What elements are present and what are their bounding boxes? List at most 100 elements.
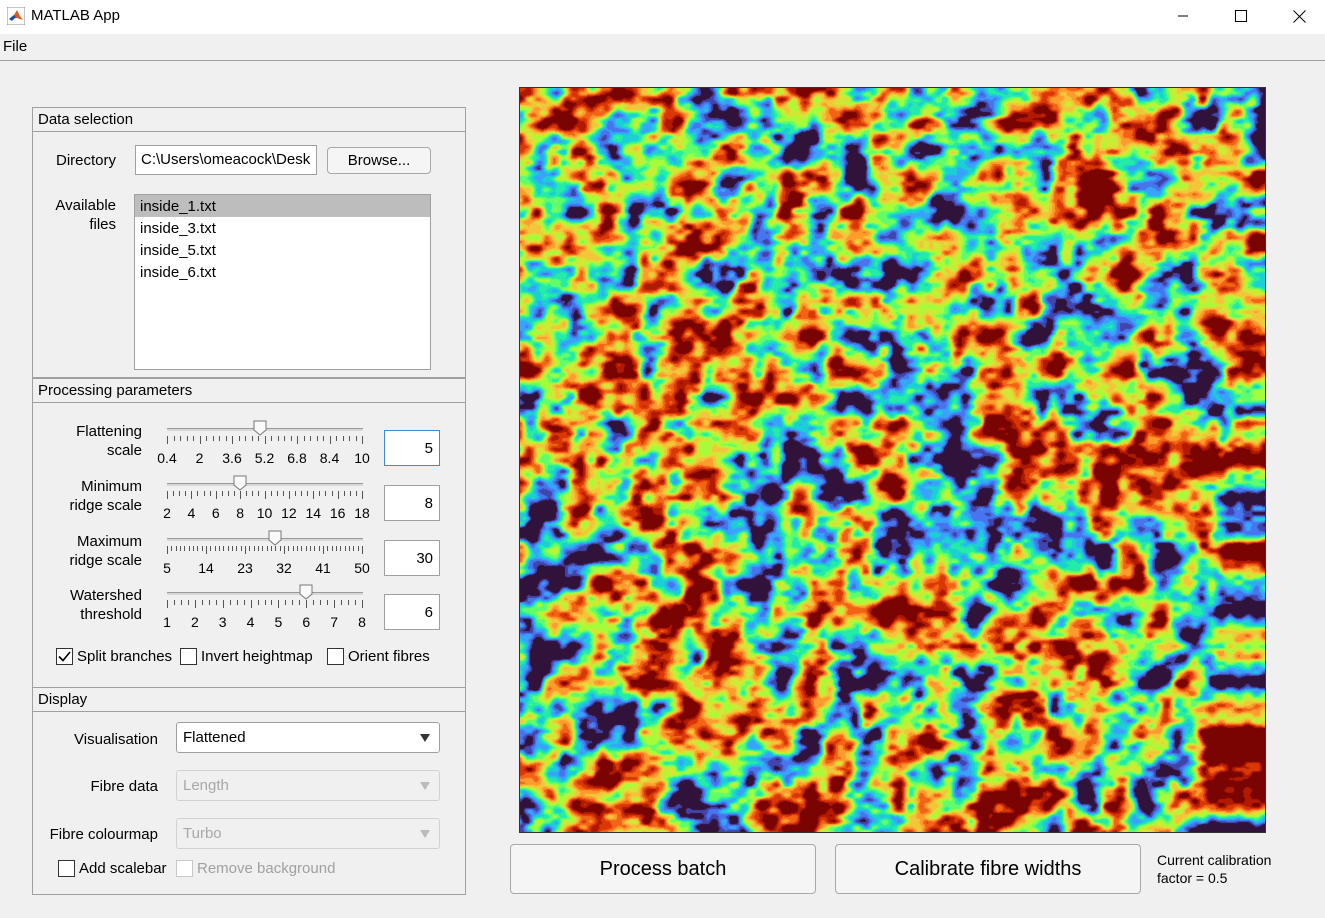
slider-thumb-icon[interactable] [233,475,247,491]
available-files-list[interactable]: inside_1.txt inside_3.txt inside_5.txt insi… [134,194,431,370]
checkbox-box[interactable] [180,648,197,665]
slider-tick [187,600,189,605]
chevron-down-icon [420,782,430,790]
calibration-status: Current calibration factor = 0.5 [1157,851,1317,887]
maximize-button[interactable] [1212,0,1270,32]
browse-button[interactable]: Browse... [327,147,431,174]
slider-thumb-icon[interactable] [299,584,313,600]
fibre-colourmap-dropdown[interactable]: Turbo [176,818,440,849]
slider-track[interactable] [167,483,363,486]
parameter-slider[interactable]: 2 4 6 8 10 12 14 16 18 [163,475,370,522]
checkmark-icon [58,651,71,662]
slider-tick [251,436,253,441]
checkbox-box[interactable] [176,860,193,877]
minimize-icon [1178,15,1188,17]
parameter-slider[interactable]: 5 14 23 32 41 50 [163,530,370,577]
slider-tick [240,491,242,499]
slider-label-line1: Minimum [81,478,142,495]
remove-background-checkbox[interactable]: Remove background [176,860,335,877]
panel-title: Processing parameters [33,379,465,403]
parameter-value-field[interactable]: 5 [384,430,440,466]
file-list-item[interactable]: inside_6.txt [135,261,430,283]
slider-tick [219,546,220,551]
slider-tick [245,436,246,441]
slider-tick [337,491,339,499]
parameter-value-field[interactable]: 6 [384,594,440,630]
slider-tick [279,546,281,551]
calibrate-fibre-widths-button[interactable]: Calibrate fibre widths [835,844,1141,894]
visualisation-dropdown[interactable]: Flattened [176,722,440,753]
visualisation-label: Visualisation [74,731,158,748]
slider-tick [197,491,199,496]
add-scalebar-checkbox[interactable]: Add scalebar [58,860,167,877]
slider-tick [362,600,363,608]
slider-tick [240,546,242,551]
slider-tick [201,600,203,605]
slider-track[interactable] [167,538,363,541]
option-checkbox[interactable]: Split branches [56,648,172,665]
slider-tick [194,600,196,608]
checkbox-box[interactable] [56,648,73,665]
parameter-value-field[interactable]: 8 [384,485,440,521]
slider-tick-label: 3 [218,614,227,630]
slider-tick [209,491,211,496]
slider-tick-label: 6 [211,505,220,521]
parameter-slider[interactable]: 0.4 2 3.6 5.2 6.8 8.4 10 [157,420,370,467]
slider-tick [294,491,296,496]
slider-track[interactable] [167,592,363,595]
checkbox-label: Orient fibres [348,648,430,665]
menu-file[interactable]: File [3,38,27,55]
display-panel: Display Visualisation Flattened Fibre da… [32,687,466,895]
title-bar: MATLAB App [0,0,1325,34]
remove-background-label: Remove background [197,860,336,877]
checkbox-box[interactable] [58,860,75,877]
parameter-value-field[interactable]: 30 [384,540,440,576]
process-batch-button[interactable]: Process batch [510,844,816,894]
checkbox-label: Split branches [77,648,173,665]
option-checkbox[interactable]: Orient fibres [327,648,430,665]
slider-tick-label: 23 [237,560,253,576]
minimize-button[interactable] [1154,0,1212,32]
slider-ticks [167,491,363,501]
file-list-item[interactable]: inside_5.txt [135,239,430,261]
heightmap-image[interactable] [519,87,1266,833]
fibre-data-dropdown[interactable]: Length [176,770,440,801]
slider-tick [201,546,203,551]
slider-ticks [167,436,363,446]
slider-tick [252,491,254,496]
slider-tick-label: 2 [190,614,199,630]
slider-tick [313,491,315,499]
panel-title: Display [33,688,465,712]
file-list-item[interactable]: inside_1.txt [135,195,430,217]
slider-tick [292,546,294,551]
slider-tick [314,546,316,551]
slider-tick [175,546,177,551]
slider-ticks [167,600,363,610]
file-list-item[interactable]: inside_3.txt [135,217,430,239]
slider-tick [225,436,227,441]
slider-label-line2: ridge scale [69,552,142,569]
slider-label: Minimum ridge scale [43,477,142,515]
slider-tick-label: 8 [358,614,366,630]
checkbox-box[interactable] [327,648,344,665]
slider-tick [203,491,205,496]
slider-tick [215,600,217,605]
slider-tick [262,546,264,551]
slider-tick [214,546,216,551]
option-checkbox[interactable]: Invert heightmap [180,648,313,665]
slider-tick [222,600,224,608]
chevron-down-icon [420,830,430,838]
slider-label-line1: Maximum [76,533,142,550]
parameter-slider[interactable]: 1 2 3 4 5 6 7 8 [163,584,367,631]
slider-tick [278,600,280,608]
slider-thumb-icon[interactable] [253,420,267,436]
slider-thumb-icon[interactable] [268,530,282,546]
directory-field[interactable]: C:\Users\omeacock\Desk [135,145,317,175]
slider-tick [229,600,231,605]
slider-tick [212,436,214,441]
close-button[interactable] [1270,0,1325,32]
fibre-data-value: Length [183,777,229,794]
slider-tick [340,546,342,551]
slider-tick [171,546,173,551]
slider-tick-label: 5.2 [254,450,275,466]
